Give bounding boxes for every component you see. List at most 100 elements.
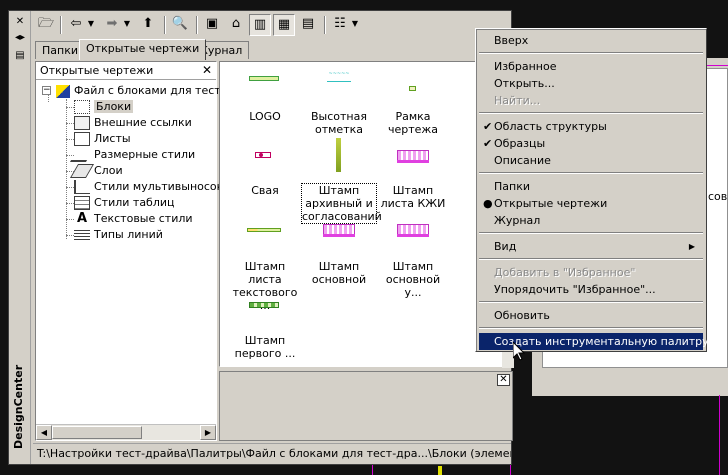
autohide-icon[interactable]: ◂▸	[12, 31, 28, 45]
menu-item-tree-area[interactable]: ✔ Область структуры	[479, 118, 703, 135]
block-item[interactable]: Штамп основной	[302, 222, 376, 286]
tree-item-textstyles[interactable]: A Текстовые стили	[74, 211, 193, 227]
block-item[interactable]: Штамп основной у...	[376, 222, 450, 299]
block-label: Высотная отметка	[311, 110, 367, 136]
scroll-left-icon[interactable]: ◀	[36, 425, 52, 440]
menu-item-preview[interactable]: ✔ Образцы	[479, 135, 703, 152]
context-menu: Вверх Избранное Открыть... Найти... ✔ Обл…	[475, 28, 709, 352]
menu-item-open-drawings[interactable]: ● Открытые чертежи	[479, 195, 703, 212]
block-item[interactable]: Штамп листа КЖИ	[376, 146, 450, 210]
designcenter-window: ✕ ◂▸ ▤ DesignCenter 🗁 ⇦ ▼ ➡ ▼ ⬆ 🔍 ▣ ⌂ ▥ …	[8, 10, 514, 465]
block-label: Штамп архивный и согласований	[301, 183, 382, 224]
properties-icon[interactable]: ▤	[12, 49, 28, 63]
home-icon[interactable]: ⌂	[225, 14, 247, 36]
linetype-icon	[74, 228, 90, 242]
status-bar-text: T:\Настройки тест-драйва\Палитры\Файл с …	[37, 447, 511, 460]
tab-open-drawings[interactable]: Открытые чертежи	[79, 39, 207, 60]
menu-item-refresh[interactable]: Обновить	[479, 307, 703, 324]
collapse-icon[interactable]: −	[42, 86, 51, 95]
tree-item-label: Внешние ссылки	[94, 116, 192, 129]
block-item[interactable]: Свая	[228, 146, 302, 197]
block-thumbnail	[241, 72, 289, 100]
tablestyle-icon	[74, 196, 90, 210]
menu-item-description[interactable]: Описание	[479, 152, 703, 169]
tree-item-xrefs[interactable]: Внешние ссылки	[74, 115, 192, 131]
tree-item-label: Стили мультивыносок	[94, 180, 224, 193]
tree-item-layouts[interactable]: Листы	[74, 131, 131, 147]
back-icon[interactable]: ⇦	[65, 14, 87, 36]
block-thumbnail	[389, 72, 437, 100]
tab-folders[interactable]: Папки	[35, 41, 85, 59]
tree-view-toggle-icon[interactable]: ▥	[249, 14, 271, 36]
tree-item-label: Блоки	[94, 100, 134, 113]
tree-item-linetypes[interactable]: Типы линий	[74, 227, 163, 243]
block-item[interactable]: Штамп первого ...	[228, 296, 302, 360]
blocks-icon	[74, 100, 90, 114]
description-toggle-icon[interactable]: ▤	[297, 14, 319, 36]
window-side-strip: ✕ ◂▸ ▤ DesignCenter	[9, 11, 31, 464]
close-icon[interactable]: ✕	[497, 374, 510, 386]
menu-item-find: Найти...	[494, 94, 541, 107]
tree-item-label: Текстовые стили	[94, 212, 193, 225]
tree-pane: Открытые чертежи ✕ − Файл с блоками для …	[35, 61, 232, 441]
scroll-thumb[interactable]	[52, 426, 142, 439]
menu-item-favorites[interactable]: Избранное	[479, 58, 703, 75]
menu-item-view[interactable]: Вид ▶	[479, 238, 703, 255]
tree-root[interactable]: Файл с блоками для тест-д	[56, 83, 232, 99]
status-bar: T:\Настройки тест-драйва\Палитры\Файл с …	[33, 443, 511, 463]
load-icon[interactable]: 🗁	[35, 14, 57, 36]
tree-item-blocks[interactable]: Блоки	[74, 99, 134, 115]
block-item[interactable]: LOGO	[228, 72, 302, 123]
dimstyle-icon	[69, 148, 95, 162]
forward-icon[interactable]: ➡	[101, 14, 123, 36]
block-thumbnail: ~~~~~	[315, 72, 363, 100]
tree-item-dimstyles[interactable]: Размерные стили	[69, 147, 196, 163]
tree-item-mleaderstyles[interactable]: Стили мультивыносок	[74, 179, 223, 195]
drawing-line	[510, 465, 511, 475]
search-icon[interactable]: 🔍	[169, 14, 191, 36]
menu-item-history[interactable]: Журнал	[479, 212, 703, 229]
menu-item-open[interactable]: Открыть...	[479, 75, 703, 92]
block-item[interactable]: Рамка чертежа	[376, 72, 450, 136]
background-text-fragment: сова	[708, 190, 728, 203]
block-thumbnail	[241, 146, 289, 174]
views-dropdown-icon[interactable]: ▼	[349, 14, 361, 36]
block-thumbnail	[315, 222, 363, 250]
forward-dropdown-icon[interactable]: ▼	[121, 14, 133, 36]
up-folder-icon[interactable]: ⬆	[137, 14, 159, 36]
check-icon: ✔	[483, 137, 493, 150]
block-label: Штамп основной	[311, 260, 367, 286]
layouts-icon	[74, 132, 90, 146]
block-item[interactable]: Штамп архивный и согласований	[301, 138, 382, 224]
tree-item-label: Размерные стили	[94, 148, 196, 161]
tree-item-tablestyles[interactable]: Стили таблиц	[74, 195, 175, 211]
tree-item-label: Слои	[94, 164, 123, 177]
drawing-line	[372, 465, 373, 475]
preview-toggle-icon[interactable]: ▦	[273, 14, 295, 36]
views-icon[interactable]: ☷	[329, 14, 351, 36]
menu-item-organize-favorites[interactable]: Упорядочить "Избранное"...	[479, 281, 703, 298]
tree-horizontal-scrollbar[interactable]: ◀ ▶	[36, 424, 216, 440]
toolbar: 🗁 ⇦ ▼ ➡ ▼ ⬆ 🔍 ▣ ⌂ ▥ ▦ ▤ ☷ ▼	[33, 13, 511, 37]
block-label: LOGO	[249, 110, 281, 123]
drawing-file-icon	[56, 84, 70, 98]
block-item[interactable]: ~~~~~ Высотная отметка	[302, 72, 376, 137]
close-icon[interactable]: ✕	[202, 63, 212, 77]
block-thumbnail	[389, 146, 437, 174]
block-thumbnail	[389, 222, 437, 250]
block-label: Штамп основной у...	[385, 260, 441, 299]
favorites-icon[interactable]: ▣	[201, 14, 223, 36]
layers-icon	[69, 164, 95, 178]
content-pane: LOGO ~~~~~ Высотная отметка Рамка чертеж…	[219, 61, 514, 368]
close-icon[interactable]: ✕	[12, 15, 28, 29]
block-thumbnail	[315, 138, 363, 174]
xref-icon	[74, 116, 90, 130]
scroll-right-icon[interactable]: ▶	[200, 425, 216, 440]
block-thumbnail	[241, 222, 289, 250]
back-dropdown-icon[interactable]: ▼	[85, 14, 97, 36]
tree-item-layers[interactable]: Слои	[69, 163, 123, 179]
menu-item-folders[interactable]: Папки	[479, 178, 703, 195]
tree-pane-title: Открытые чертежи	[40, 64, 154, 77]
menu-item-up[interactable]: Вверх	[479, 32, 703, 49]
tree-item-label: Типы линий	[94, 228, 163, 241]
